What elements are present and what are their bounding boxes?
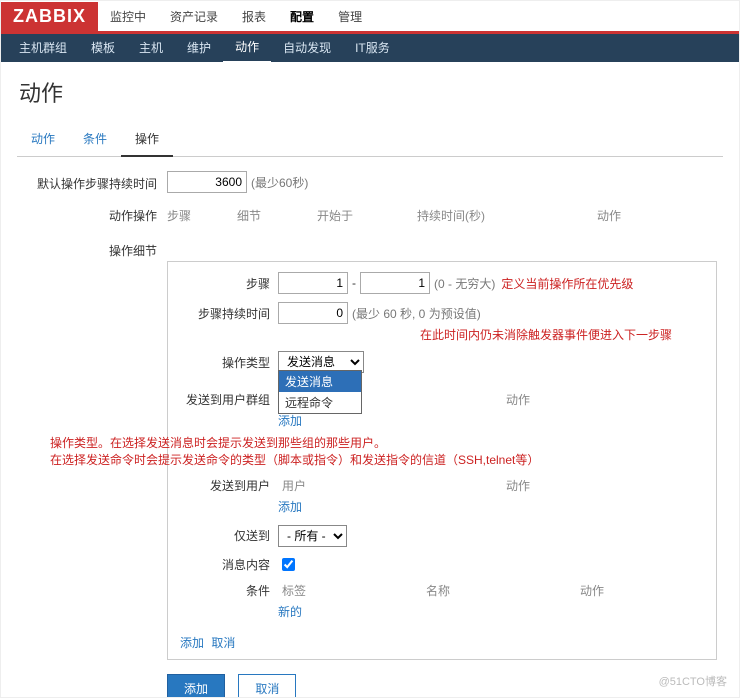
th-step: 步骤	[167, 207, 237, 224]
step-from-input[interactable]	[278, 272, 348, 294]
tab-conditions[interactable]: 条件	[69, 122, 121, 157]
col-user: 用户	[282, 477, 502, 494]
top-navbar: ZABBIX 监控中 资产记录 报表 配置 管理	[1, 1, 739, 34]
default-step-label: 默认操作步骤持续时间	[17, 171, 167, 192]
send-u-add[interactable]: 添加	[278, 500, 302, 514]
watermark: @51CTO博客	[659, 673, 727, 689]
details-cancel[interactable]: 取消	[211, 636, 235, 650]
optype-label: 操作类型	[180, 354, 278, 371]
default-step-input[interactable]	[167, 171, 247, 193]
subnav-hosts[interactable]: 主机	[127, 34, 175, 62]
col-name: 名称	[426, 582, 576, 599]
subnav-maintenance[interactable]: 维护	[175, 34, 223, 62]
default-step-hint: (最少60秒)	[251, 174, 308, 191]
optype-opt-sendmsg[interactable]: 发送消息	[279, 371, 361, 392]
subnav-templates[interactable]: 模板	[79, 34, 127, 62]
col-action-u: 动作	[506, 477, 530, 494]
send-u-label: 发送到用户	[180, 477, 278, 494]
action-ops-label: 动作操作	[17, 203, 167, 224]
th-detail: 细节	[237, 207, 317, 224]
page-title: 动作	[1, 62, 739, 122]
optype-opt-remotecmd[interactable]: 远程命令	[279, 392, 361, 413]
subnav-hostgroups[interactable]: 主机群组	[7, 34, 79, 62]
cond-new[interactable]: 新的	[278, 605, 302, 619]
tabstrip: 动作 条件 操作	[17, 122, 723, 157]
operation-details-box: 步骤 - (0 - 无穷大) 定义当前操作所在优先级 步骤持续时间 (最少 60…	[167, 261, 717, 660]
topnav-admin[interactable]: 管理	[326, 2, 374, 31]
duration-label: 步骤持续时间	[180, 305, 278, 322]
duration-input[interactable]	[278, 302, 348, 324]
only-label: 仅送到	[180, 527, 278, 544]
send-ug-add[interactable]: 添加	[278, 414, 302, 428]
step-label: 步骤	[180, 275, 278, 292]
ann-optype-l2: 在选择发送命令时会提示发送命令的类型（脚本或指令）和发送指令的信道（SSH,te…	[50, 452, 704, 469]
details-label: 操作细节	[17, 238, 167, 259]
th-duration: 持续时间(秒)	[417, 207, 597, 224]
msg-label: 消息内容	[180, 556, 278, 573]
ann-timeout: 在此时间内仍未消除触发器事件便进入下一步骤	[420, 326, 704, 343]
msg-checkbox[interactable]	[282, 558, 295, 571]
topnav-monitor[interactable]: 监控中	[98, 2, 158, 31]
cond-label: 条件	[180, 582, 278, 599]
step-hint: (0 - 无穷大)	[434, 275, 495, 292]
step-sep: -	[352, 276, 356, 290]
topnav-reports[interactable]: 报表	[230, 2, 278, 31]
tab-operations[interactable]: 操作	[121, 122, 173, 157]
tab-action[interactable]: 动作	[17, 122, 69, 157]
topnav-assets[interactable]: 资产记录	[158, 2, 230, 31]
cancel-button[interactable]: 取消	[238, 674, 296, 698]
th-start: 开始于	[317, 207, 417, 224]
ann-optype-l1: 操作类型。在选择发送消息时会提示发送到那些组的那些用户。	[50, 435, 704, 452]
details-add[interactable]: 添加	[180, 636, 204, 650]
col-action-c: 动作	[580, 582, 604, 599]
optype-dropdown: 发送消息 远程命令	[278, 370, 362, 414]
col-tag: 标签	[282, 582, 422, 599]
step-to-input[interactable]	[360, 272, 430, 294]
send-ug-label: 发送到用户群组	[180, 391, 278, 408]
ann-priority: 定义当前操作所在优先级	[501, 275, 633, 292]
subnav-actions[interactable]: 动作	[223, 33, 271, 63]
subnav-itservices[interactable]: IT服务	[343, 34, 402, 62]
sub-navbar: 主机群组 模板 主机 维护 动作 自动发现 IT服务	[1, 34, 739, 62]
th-action: 动作	[597, 207, 723, 224]
col-action-ug: 动作	[506, 391, 530, 408]
topnav-config[interactable]: 配置	[278, 2, 326, 31]
only-select[interactable]: - 所有 -	[278, 525, 347, 547]
logo: ZABBIX	[1, 2, 98, 31]
submit-button[interactable]: 添加	[167, 674, 225, 698]
duration-hint: (最少 60 秒, 0 为预设值)	[352, 305, 481, 322]
subnav-discovery[interactable]: 自动发现	[271, 34, 343, 62]
